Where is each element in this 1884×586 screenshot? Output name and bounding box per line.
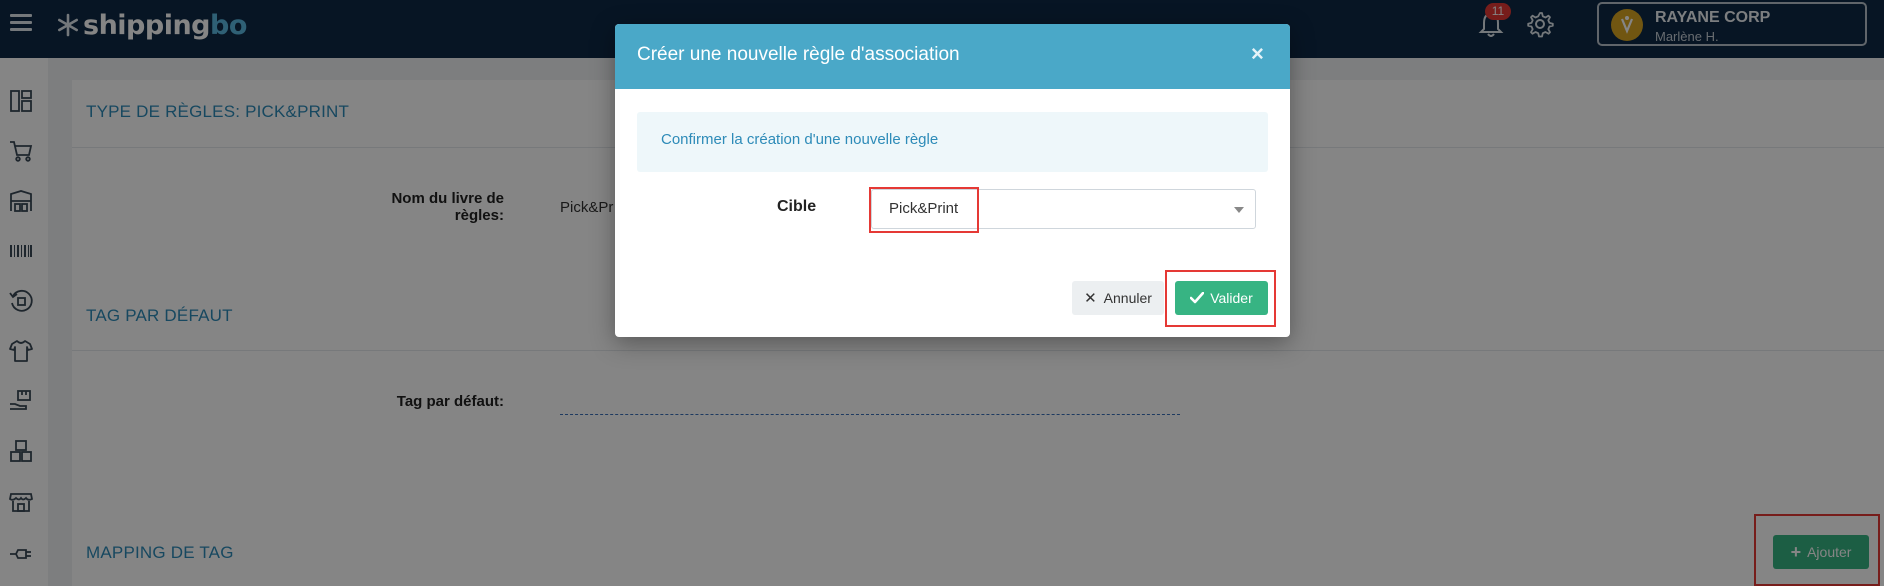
cancel-button-label: Annuler: [1103, 290, 1152, 306]
highlight-validate-button: [1165, 270, 1276, 327]
close-icon[interactable]: ×: [1251, 41, 1264, 67]
info-alert: Confirmer la création d'une nouvelle règ…: [637, 112, 1268, 172]
create-rule-dialog: Créer une nouvelle règle d'association ×…: [615, 24, 1290, 337]
close-icon: ✕: [1084, 290, 1097, 307]
highlight-target-value: [869, 187, 979, 233]
cancel-button[interactable]: ✕ Annuler: [1072, 281, 1164, 315]
target-label: Cible: [777, 198, 817, 215]
info-text: Confirmer la création d'une nouvelle règ…: [661, 131, 939, 148]
dialog-title: Créer une nouvelle règle d'association: [637, 44, 960, 65]
dialog-header: Créer une nouvelle règle d'association ×: [615, 24, 1290, 89]
chevron-down-icon: [1234, 207, 1244, 213]
